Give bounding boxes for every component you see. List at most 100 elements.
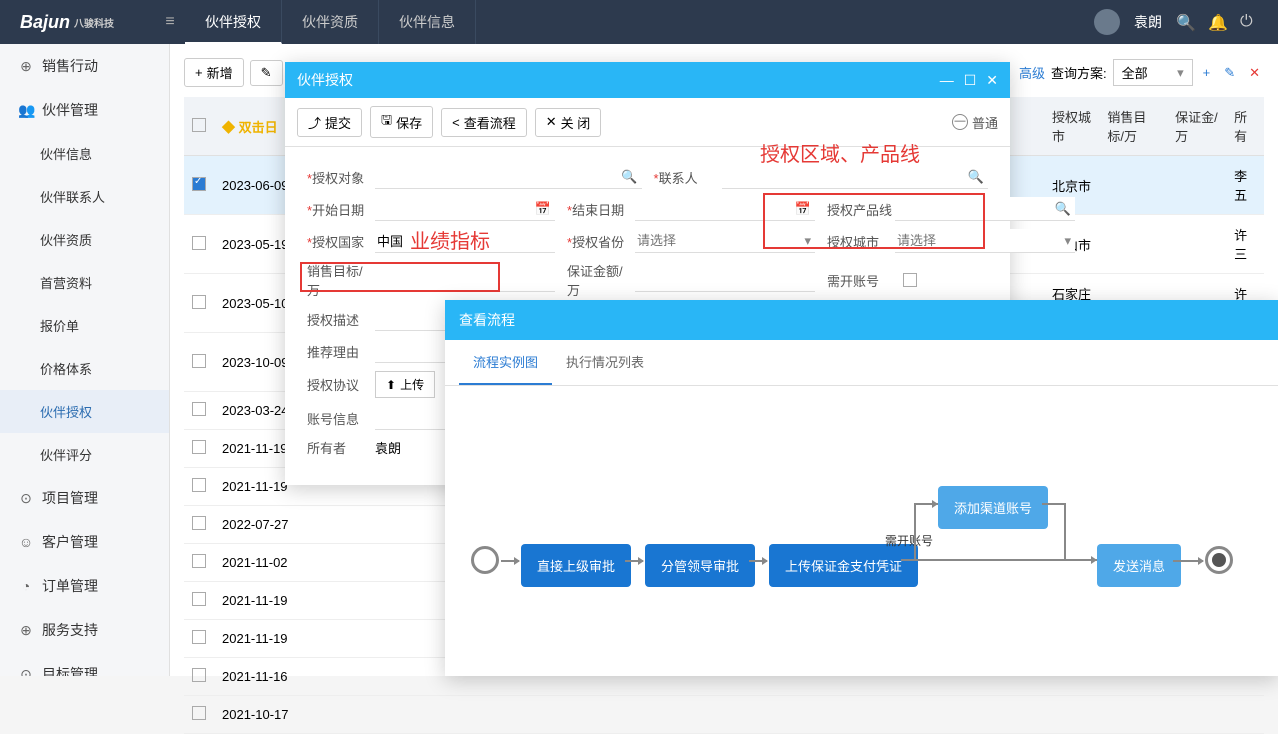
lbl-product: 授权产品线 — [827, 200, 895, 219]
scheme-select[interactable]: 全部▾ — [1113, 59, 1193, 86]
sidebar-item-12[interactable]: ◔订单管理 — [0, 564, 169, 608]
inp-authobj[interactable] — [375, 165, 642, 189]
lbl-rec: 推荐理由 — [307, 342, 375, 361]
sidebar-item-4[interactable]: 伙伴资质 — [0, 218, 169, 261]
sidebar-item-7[interactable]: 价格体系 — [0, 347, 169, 390]
edit-button[interactable]: ✎ — [250, 60, 283, 86]
flow-start — [471, 546, 499, 574]
search-icon[interactable]: 🔍 — [621, 169, 637, 185]
check-all[interactable] — [192, 118, 206, 132]
sidebar-item-3[interactable]: 伙伴联系人 — [0, 175, 169, 218]
lbl-end: 结束日期 — [567, 200, 635, 219]
tab-auth[interactable]: 伙伴授权 — [185, 0, 282, 44]
inp-province[interactable] — [635, 229, 815, 253]
tab-info[interactable]: 伙伴信息 — [379, 0, 476, 44]
col-target[interactable]: 销售目标/万 — [1099, 97, 1167, 156]
sidebar-item-13[interactable]: ⊕服务支持 — [0, 608, 169, 652]
lbl-needacct: 需开账号 — [827, 271, 895, 290]
add-icon[interactable]: + — [1199, 63, 1215, 82]
flow-node-2: 分管领导审批 — [645, 544, 755, 587]
lbl-country: 授权国家 — [307, 232, 375, 251]
inp-contact[interactable] — [722, 165, 989, 189]
row-checkbox[interactable] — [192, 402, 206, 416]
minimize-icon[interactable]: — — [940, 72, 954, 89]
sidebar-item-2[interactable]: 伙伴信息 — [0, 132, 169, 175]
inp-product[interactable] — [895, 197, 1075, 221]
col-date[interactable]: 双击日 — [222, 120, 278, 135]
sidebar-item-0[interactable]: ⊕销售行动 — [0, 44, 169, 88]
row-checkbox[interactable] — [192, 478, 206, 492]
chevron-down-icon[interactable]: ▾ — [1064, 233, 1071, 249]
owner-value: 袁朗 — [375, 438, 401, 457]
cell-owner: 李五 — [1226, 156, 1264, 215]
row-checkbox[interactable] — [192, 177, 206, 191]
row-checkbox[interactable] — [192, 668, 206, 682]
search-icon[interactable]: 🔍 — [968, 169, 984, 185]
upload-button[interactable]: ⬆ 上传 — [375, 371, 435, 398]
calendar-icon[interactable]: 📅 — [535, 201, 551, 217]
row-checkbox[interactable] — [192, 295, 206, 309]
search-icon[interactable]: 🔍 — [1055, 201, 1071, 217]
inp-city[interactable] — [895, 229, 1075, 253]
inp-deposit[interactable] — [635, 268, 815, 292]
row-checkbox[interactable] — [192, 630, 206, 644]
cell-date: 2021-11-02 — [214, 544, 304, 582]
submit-button[interactable]: ⤴ 提交 — [297, 108, 362, 137]
calendar-icon[interactable]: 📅 — [795, 201, 811, 217]
flow-tab-diagram[interactable]: 流程实例图 — [459, 340, 552, 385]
row-checkbox[interactable] — [192, 706, 206, 720]
delete-icon[interactable]: ✕ — [1245, 63, 1264, 83]
col-deposit[interactable]: 保证金/万 — [1167, 97, 1226, 156]
inp-start[interactable] — [375, 197, 555, 221]
inp-country[interactable] — [375, 229, 555, 253]
advanced-link[interactable]: 高级 — [1019, 63, 1045, 82]
col-city[interactable]: 授权城市 — [1044, 97, 1099, 156]
sidebar-item-14[interactable]: ⊙目标管理 — [0, 652, 169, 676]
sidebar-item-8[interactable]: 伙伴授权 — [0, 390, 169, 433]
row-checkbox[interactable] — [192, 554, 206, 568]
menu-toggle[interactable]: ≡ — [155, 13, 185, 31]
edit-icon[interactable]: ✎ — [1220, 63, 1239, 83]
normal-toggle[interactable]: —普通 — [952, 113, 998, 132]
row-checkbox[interactable] — [192, 236, 206, 250]
lbl-owner: 所有者 — [307, 438, 375, 457]
cell-date: 2022-07-27 — [214, 506, 304, 544]
sidebar-item-9[interactable]: 伙伴评分 — [0, 433, 169, 476]
bell-icon[interactable]: 🔔 — [1208, 13, 1226, 31]
flow-tab-list[interactable]: 执行情况列表 — [552, 340, 658, 385]
modal-title: 伙伴授权 — [297, 70, 353, 90]
inp-end[interactable] — [635, 197, 815, 221]
chevron-down-icon[interactable]: ▾ — [804, 233, 811, 249]
cell-owner — [1226, 696, 1264, 734]
save-button[interactable]: 🖫 保存 — [370, 106, 433, 138]
flow-cond: 需开账号 — [885, 532, 933, 549]
row-checkbox[interactable] — [192, 516, 206, 530]
search-icon[interactable]: 🔍 — [1176, 13, 1194, 31]
lbl-contact: 联系人 — [654, 168, 722, 187]
chk-needacct[interactable] — [903, 273, 917, 287]
add-button[interactable]: +新增 — [184, 58, 244, 87]
close-button[interactable]: ✕ 关 闭 — [535, 108, 602, 137]
sidebar-item-6[interactable]: 报价单 — [0, 304, 169, 347]
viewflow-button[interactable]: < 查看流程 — [441, 108, 527, 137]
close-icon[interactable]: ✕ — [986, 72, 998, 89]
avatar[interactable] — [1094, 9, 1120, 35]
power-icon[interactable]: ⏻ — [1240, 13, 1258, 31]
sidebar-item-11[interactable]: ☺客户管理 — [0, 520, 169, 564]
cell-owner: 许三 — [1226, 215, 1264, 274]
tab-qual[interactable]: 伙伴资质 — [282, 0, 379, 44]
col-owner[interactable]: 所有 — [1226, 97, 1264, 156]
maximize-icon[interactable]: ☐ — [964, 72, 977, 89]
lbl-acct: 账号信息 — [307, 409, 375, 428]
sidebar-item-5[interactable]: 首营资料 — [0, 261, 169, 304]
row-checkbox[interactable] — [192, 354, 206, 368]
flow-title: 查看流程 — [445, 300, 1278, 340]
flow-node-3: 上传保证金支付凭证 — [769, 544, 918, 587]
sidebar-item-10[interactable]: ⊙项目管理 — [0, 476, 169, 520]
inp-target[interactable] — [375, 268, 555, 292]
sidebar-item-1[interactable]: 👥伙伴管理 — [0, 88, 169, 132]
row-checkbox[interactable] — [192, 440, 206, 454]
lbl-start: 开始日期 — [307, 200, 375, 219]
table-row[interactable]: 2021-10-17 — [184, 696, 1264, 734]
row-checkbox[interactable] — [192, 592, 206, 606]
